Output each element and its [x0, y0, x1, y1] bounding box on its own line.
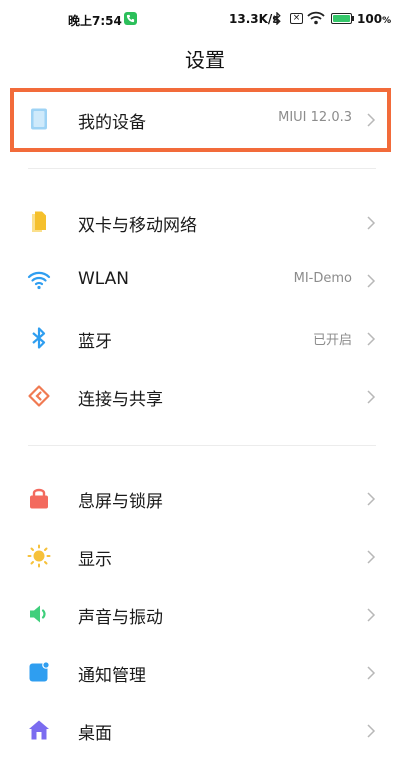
- wifi-icon: [27, 268, 51, 292]
- chevron-right-icon: [366, 607, 376, 622]
- chevron-right-icon: [366, 273, 376, 288]
- section-divider: [28, 445, 376, 446]
- chevron-right-icon: [366, 491, 376, 506]
- chevron-right-icon: [366, 215, 376, 230]
- wifi-status-icon: [307, 11, 325, 28]
- settings-item-label: 双卡与移动网络: [78, 216, 197, 236]
- settings-item-bluetooth[interactable]: 蓝牙 已开启: [0, 316, 410, 360]
- sun-icon: [27, 544, 51, 568]
- settings-item-label: WLAN: [78, 269, 130, 289]
- status-bar: 晚上7:54 13.3K/s × 100%: [0, 0, 410, 36]
- bluetooth-status-icon: [272, 11, 282, 28]
- bluetooth-icon: [27, 326, 51, 350]
- settings-item-display[interactable]: 显示: [0, 534, 410, 578]
- share-connection-icon: [27, 384, 51, 408]
- chevron-right-icon: [366, 389, 376, 404]
- status-time: 晚上7:54: [68, 14, 122, 28]
- no-sim-icon: ×: [290, 13, 303, 24]
- chevron-right-icon: [366, 665, 376, 680]
- settings-item-label: 通知管理: [78, 666, 146, 686]
- settings-item-notifications[interactable]: 通知管理: [0, 650, 410, 694]
- battery-level: 100%: [357, 12, 392, 26]
- battery-icon: [331, 13, 352, 24]
- settings-item-label: 息屏与锁屏: [78, 492, 163, 512]
- section-divider: [28, 168, 376, 169]
- chevron-right-icon: [366, 112, 376, 127]
- settings-item-label: 我的设备: [78, 113, 146, 133]
- settings-item-home-screen[interactable]: 桌面: [0, 708, 410, 752]
- settings-item-lock-screen[interactable]: 息屏与锁屏: [0, 476, 410, 520]
- settings-item-label: 声音与振动: [78, 608, 163, 628]
- settings-item-sound-vibration[interactable]: 声音与振动: [0, 592, 410, 636]
- chevron-right-icon: [366, 331, 376, 346]
- chevron-right-icon: [366, 723, 376, 738]
- speaker-icon: [27, 602, 51, 626]
- settings-item-label: 显示: [78, 550, 112, 570]
- lock-icon: [27, 486, 51, 510]
- phone-call-icon: [124, 12, 137, 25]
- settings-item-wlan[interactable]: WLAN MI-Demo: [0, 258, 410, 302]
- settings-item-label: 桌面: [78, 724, 112, 744]
- settings-item-dual-sim[interactable]: 双卡与移动网络: [0, 200, 410, 244]
- settings-item-label: 连接与共享: [78, 390, 163, 410]
- settings-item-value: MIUI 12.0.3: [278, 110, 352, 125]
- sim-card-icon: [27, 210, 51, 234]
- settings-item-label: 蓝牙: [78, 332, 112, 352]
- page-title: 设置: [185, 48, 225, 72]
- home-icon: [27, 718, 51, 742]
- chevron-right-icon: [366, 549, 376, 564]
- settings-item-value: MI-Demo: [293, 271, 352, 286]
- tablet-icon: [27, 107, 51, 131]
- notification-icon: [27, 660, 51, 684]
- settings-item-connection-sharing[interactable]: 连接与共享: [0, 374, 410, 418]
- settings-item-value: 已开启: [312, 333, 352, 348]
- settings-item-my-device[interactable]: 我的设备 MIUI 12.0.3: [0, 97, 410, 141]
- battery-cap: [352, 16, 354, 21]
